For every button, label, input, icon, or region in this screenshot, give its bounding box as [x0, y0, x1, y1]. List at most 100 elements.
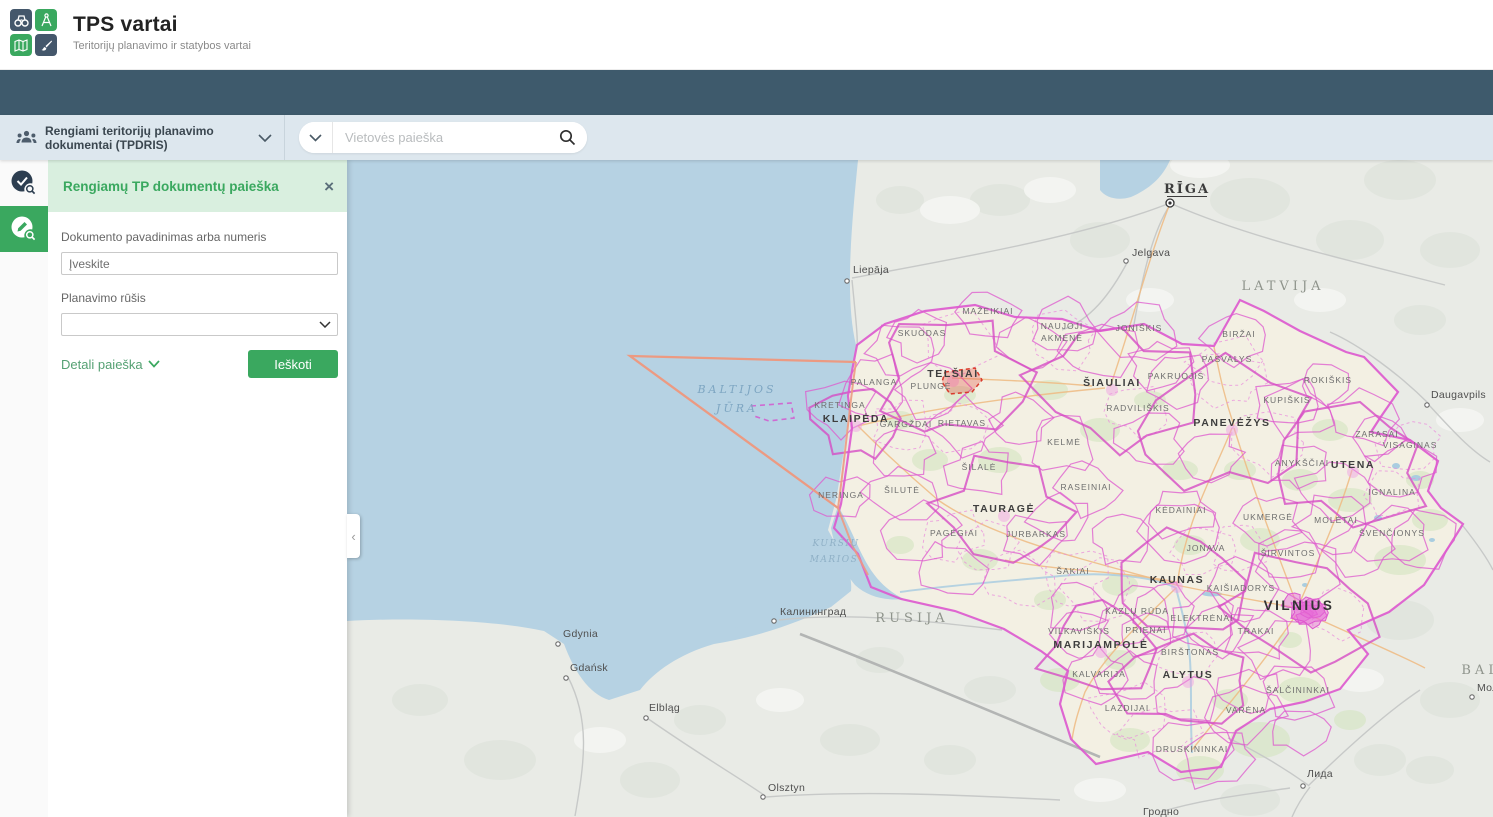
town-label: PASVALYS — [1202, 354, 1253, 364]
app-logo[interactable] — [10, 9, 57, 56]
layer-selector-label: Rengiami teritorijų planavimo dokumentai… — [45, 124, 250, 152]
town-label: MAŽEIKIAI — [962, 306, 1013, 316]
close-icon[interactable]: × — [324, 178, 334, 195]
toolbar-divider — [284, 115, 285, 160]
city-label: PANEVĖŽYS — [1193, 416, 1270, 429]
town-label: RIETAVAS — [938, 418, 986, 428]
panel-actions: Detali paieška Ieškoti — [61, 350, 338, 378]
forest-patch — [1312, 419, 1348, 441]
town-label: AKMENĖ — [1041, 333, 1083, 343]
brush-icon — [35, 34, 57, 56]
city-dot — [564, 676, 568, 680]
terrain-patch — [1024, 177, 1076, 203]
town-label: JONIŠKIS — [1116, 323, 1163, 333]
chevron-down-icon — [309, 134, 322, 142]
layer-selector-dropdown[interactable]: Rengiami teritorijų planavimo dokumentai… — [0, 115, 284, 160]
town-label: JURBARKAS — [1006, 529, 1066, 539]
terrain-patch — [1406, 756, 1454, 784]
town-label: ŠILALĖ — [962, 462, 997, 472]
chevron-down-icon — [258, 134, 272, 142]
ieskoti-button[interactable]: Ieškoti — [248, 350, 338, 378]
foreign-city-label: Gdynia — [563, 628, 598, 640]
terrain-patch — [464, 740, 536, 780]
sea-label: MARIOS — [809, 555, 859, 565]
search-button[interactable] — [547, 122, 587, 153]
terrain-patch — [1210, 178, 1290, 222]
map-toolbar: Rengiami teritorijų planavimo dokumentai… — [0, 115, 1493, 160]
terrain-patch — [674, 705, 726, 735]
foreign-city-label: Jelgava — [1132, 247, 1170, 259]
town-label: SKUODAS — [898, 328, 947, 338]
chevron-down-icon — [148, 360, 160, 368]
terrain-patch — [964, 676, 1016, 704]
search-icon — [559, 129, 576, 146]
town-label: VISAGINAS — [1383, 440, 1438, 450]
terrain-patch — [1126, 288, 1174, 312]
app-header: TPS vartai Teritorijų planavimo ir staty… — [0, 0, 1493, 70]
terrain-patch — [1364, 160, 1436, 200]
planning-type-select[interactable] — [61, 313, 338, 336]
tps-vartai-app: TPS vartai Teritorijų planavimo ir staty… — [0, 0, 1493, 817]
town-label: KUPIŠKIS — [1263, 395, 1310, 405]
town-label: IGNALINA — [1368, 487, 1416, 497]
town-label: PRIENAI — [1125, 625, 1166, 635]
terrain-patch — [1420, 232, 1480, 268]
foreign-city-label: Liepāja — [853, 264, 889, 276]
city-label: MARIJAMPOLĖ — [1053, 638, 1148, 651]
city-dot — [1470, 695, 1474, 699]
panel-title: Rengiamų TP dokumentų paieška — [63, 179, 279, 194]
terrain-patch — [924, 745, 976, 775]
search-type-dropdown[interactable] — [299, 122, 333, 153]
town-label: VILKAVIŠKIS — [1048, 626, 1110, 636]
sidebar-item-approved-doc-search[interactable] — [0, 160, 48, 206]
page-subtitle: Teritorijų planavimo ir statybos vartai — [73, 40, 251, 52]
town-label: VARĖNA — [1226, 705, 1266, 715]
planning-type-select-wrap — [61, 313, 338, 336]
town-label: ŠILUTĖ — [884, 485, 920, 495]
town-label: ROKIŠKIS — [1304, 375, 1352, 385]
planning-type-label: Planavimo rūšis — [61, 291, 338, 305]
town-label: KRETINGA — [814, 400, 865, 410]
forest-patch — [1328, 488, 1372, 512]
map-icon — [10, 34, 32, 56]
sidebar-item-draft-doc-search[interactable] — [0, 206, 48, 252]
foreign-city-label: Elbląg — [649, 702, 680, 714]
tool-sidebar — [0, 160, 48, 817]
town-label: PAKRUOJIS — [1148, 371, 1205, 381]
terrain-patch — [1420, 682, 1480, 718]
city-dot — [1301, 784, 1305, 788]
town-label: ŠVENČIONYS — [1359, 528, 1425, 538]
map-canvas[interactable]: SKUODASMAŽEIKIAINAUJOJIAKMENĖJONIŠKISPAK… — [347, 160, 1493, 817]
town-label: KELMĖ — [1047, 437, 1081, 447]
forest-patch — [1224, 460, 1256, 480]
riga-label: RĪGA — [1164, 181, 1210, 197]
town-label: KAZLŲ RŪDA — [1105, 606, 1169, 616]
terrain-patch — [920, 196, 980, 224]
sea-label: KURŠIŲ — [811, 537, 859, 549]
city-dot — [1124, 259, 1128, 263]
country-label: LATVIJA — [1241, 279, 1324, 294]
city-label: KAUNAS — [1150, 574, 1205, 586]
lake — [1429, 538, 1435, 542]
place-search-input[interactable] — [333, 130, 547, 145]
panel-header: Rengiamų TP dokumentų paieška × — [48, 160, 347, 212]
town-label: LAZDIJAI — [1105, 703, 1149, 713]
terrain-patch — [1354, 744, 1406, 776]
city-label: UTENA — [1331, 459, 1375, 471]
foreign-city-label: Daugavpils — [1431, 389, 1486, 401]
detail-search-link[interactable]: Detali paieška — [61, 357, 160, 372]
top-band — [0, 70, 1493, 115]
binoculars-icon — [10, 9, 32, 31]
country-label: BALTARUSIJA — [1461, 663, 1493, 678]
town-label: MOLĖTAI — [1314, 515, 1358, 525]
town-label: JONAVA — [1187, 543, 1226, 553]
terrain-patch — [756, 688, 804, 712]
town-label: NERINGA — [818, 490, 864, 500]
document-name-input[interactable] — [61, 252, 338, 275]
city-label: ALYTUS — [1163, 669, 1214, 681]
forest-patch — [912, 449, 948, 471]
panel-collapse-handle[interactable]: ‹ — [347, 514, 360, 558]
city-label: KLAIPĖDA — [823, 412, 889, 425]
foreign-city-label: Гродно — [1143, 806, 1179, 817]
forest-patch — [886, 536, 914, 554]
